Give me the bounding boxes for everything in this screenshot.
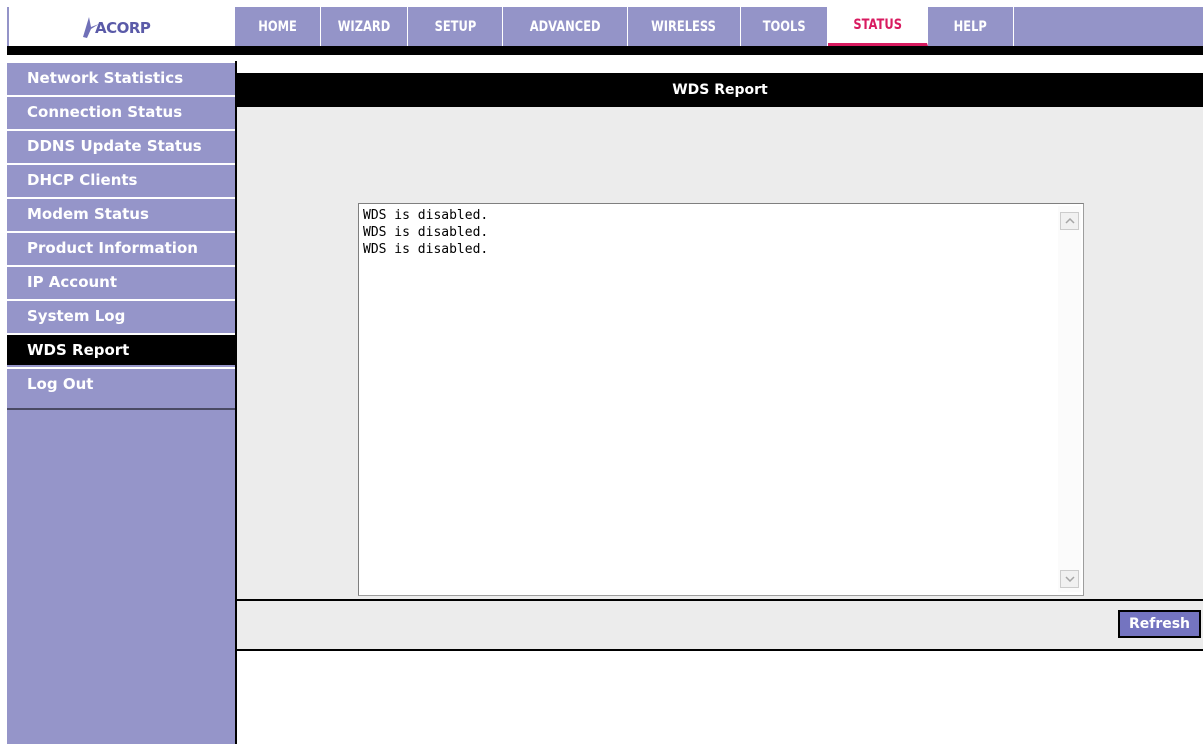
- sidebar-menu: Network Statistics Connection Status DDN…: [7, 61, 235, 744]
- logo-text: ACORP: [95, 19, 151, 37]
- acorp-logo-icon: ACORP: [83, 16, 151, 38]
- chevron-down-icon: [1064, 576, 1075, 582]
- sidebar-divider: [7, 408, 235, 410]
- report-line: WDS is disabled.: [363, 242, 489, 257]
- sidebar-item-ddns-update-status[interactable]: DDNS Update Status: [7, 129, 235, 161]
- top-nav-bar: ACORP HOME WIZARD SETUP ADVANCED WIRELES…: [7, 7, 1203, 46]
- sidebar-item-wds-report[interactable]: WDS Report: [7, 333, 235, 365]
- tab-setup[interactable]: SETUP: [408, 7, 503, 46]
- report-line: WDS is disabled.: [363, 208, 489, 223]
- tab-advanced[interactable]: ADVANCED: [503, 7, 628, 46]
- wds-report-textarea[interactable]: WDS is disabled. WDS is disabled. WDS is…: [358, 203, 1084, 596]
- tab-status[interactable]: STATUS: [828, 7, 928, 46]
- action-bar: Refresh: [237, 599, 1203, 651]
- router-admin-window: ACORP HOME WIZARD SETUP ADVANCED WIRELES…: [7, 7, 1203, 744]
- report-line: WDS is disabled.: [363, 225, 489, 240]
- refresh-button[interactable]: Refresh: [1118, 610, 1201, 638]
- scroll-up-button[interactable]: [1060, 212, 1079, 230]
- main-content: WDS Report WDS is disabled. WDS is disab…: [235, 61, 1203, 744]
- sidebar-item-system-log[interactable]: System Log: [7, 299, 235, 331]
- sidebar-item-ip-account[interactable]: IP Account: [7, 265, 235, 297]
- header-divider: [7, 46, 1203, 55]
- sidebar-item-network-statistics[interactable]: Network Statistics: [7, 61, 235, 93]
- sidebar-item-log-out[interactable]: Log Out: [7, 367, 235, 399]
- tab-wizard[interactable]: WIZARD: [321, 7, 408, 46]
- tab-tools[interactable]: TOOLS: [741, 7, 828, 46]
- report-panel: WDS is disabled. WDS is disabled. WDS is…: [237, 107, 1203, 599]
- sidebar-item-product-information[interactable]: Product Information: [7, 231, 235, 263]
- sidebar-item-dhcp-clients[interactable]: DHCP Clients: [7, 163, 235, 195]
- sidebar-item-connection-status[interactable]: Connection Status: [7, 95, 235, 127]
- sidebar-item-modem-status[interactable]: Modem Status: [7, 197, 235, 229]
- report-text: WDS is disabled. WDS is disabled. WDS is…: [363, 207, 488, 258]
- tab-help[interactable]: HELP: [928, 7, 1014, 46]
- brand-logo: ACORP: [9, 7, 235, 46]
- tab-wireless[interactable]: WIRELESS: [628, 7, 741, 46]
- chevron-up-icon: [1064, 218, 1075, 224]
- vertical-scrollbar[interactable]: [1058, 206, 1081, 592]
- tab-home[interactable]: HOME: [235, 7, 321, 46]
- scroll-down-button[interactable]: [1060, 570, 1079, 588]
- page-title: WDS Report: [237, 73, 1203, 107]
